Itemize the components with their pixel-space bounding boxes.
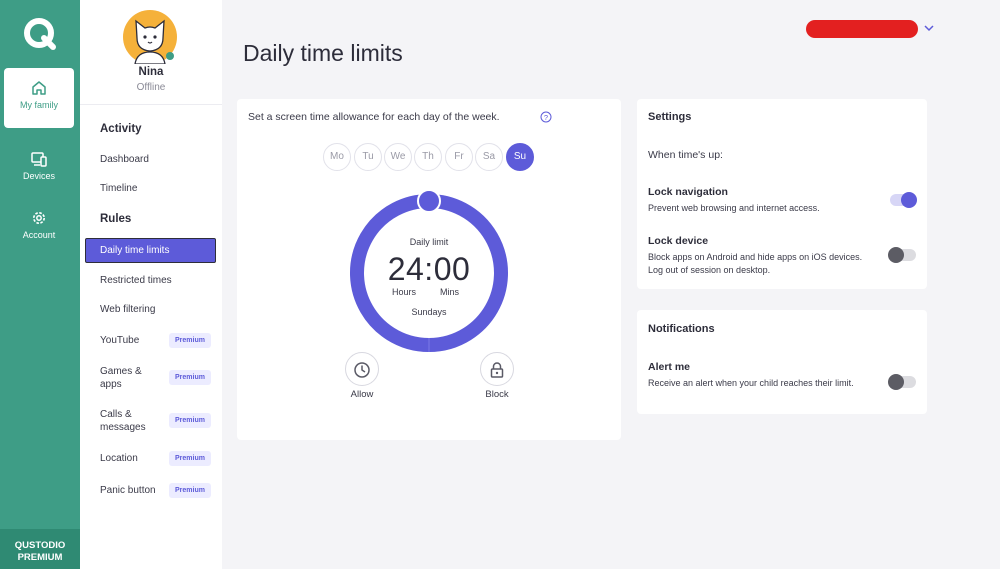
allow-label: Allow [350, 389, 374, 400]
day-thursday[interactable]: Th [414, 143, 442, 171]
app-rail: My family Devices Account QUSTODIO PREMI… [0, 0, 80, 569]
toggle-knob [888, 374, 904, 390]
sidebar-item-web-filtering[interactable]: Web filtering [100, 303, 155, 316]
sidebar-item-timeline[interactable]: Timeline [100, 182, 137, 195]
daily-limits-card: Set a screen time allowance for each day… [237, 99, 621, 440]
alert-me-toggle[interactable] [888, 374, 916, 390]
premium-line-2: PREMIUM [17, 552, 63, 563]
lock-device-toggle[interactable] [888, 247, 916, 263]
block-button[interactable] [480, 352, 514, 386]
clock-icon [354, 362, 370, 378]
lock-navigation-title: Lock navigation [648, 186, 728, 198]
notifications-title: Notifications [648, 323, 715, 335]
svg-text:?: ? [544, 113, 548, 122]
premium-line-1: QUSTODIO [14, 540, 66, 551]
sidebar-item-restricted-times[interactable]: Restricted times [100, 274, 172, 287]
premium-banner[interactable]: QUSTODIO PREMIUM [0, 529, 80, 569]
sidebar-item-dashboard[interactable]: Dashboard [100, 153, 149, 166]
divider [80, 104, 222, 105]
settings-card: Settings When time's up: Lock navigation… [637, 99, 927, 289]
premium-badge: Premium [169, 413, 211, 428]
account-name-redacted[interactable] [806, 20, 918, 38]
rail-item-my-family[interactable]: My family [4, 68, 74, 128]
help-icon[interactable]: ? [540, 111, 552, 123]
dial-handle[interactable] [417, 191, 441, 213]
sidebar-item-label-line2: messages [100, 422, 146, 433]
limits-intro-text: Set a screen time allowance for each day… [248, 111, 500, 123]
child-name: Nina [138, 66, 164, 78]
sidebar-item-label-line1: Games & [100, 366, 142, 377]
notifications-card: Notifications Alert me Receive an alert … [637, 310, 927, 414]
child-sidebar: Nina Offline Activity Dashboard Timeline… [80, 0, 222, 569]
premium-badge: Premium [169, 333, 211, 348]
rules-heading: Rules [100, 213, 132, 225]
lock-navigation-toggle[interactable] [890, 192, 917, 208]
hours-label: Hours [392, 287, 417, 297]
dial-label: Daily limit [409, 237, 449, 247]
sidebar-item-label-line1: Calls & [100, 409, 132, 420]
gear-icon [33, 212, 45, 224]
rail-item-label: My family [20, 100, 58, 110]
avatar[interactable] [123, 10, 177, 64]
sidebar-item-panic-button[interactable]: Panic button [100, 484, 156, 497]
alert-me-title: Alert me [648, 361, 691, 373]
day-friday[interactable]: Fr [445, 143, 473, 171]
sidebar-item-calls-messages[interactable]: Calls & messages [100, 408, 146, 434]
day-monday[interactable]: Mo [323, 143, 351, 171]
sidebar-item-label-line2: apps [100, 379, 122, 390]
sidebar-item-location[interactable]: Location [100, 452, 138, 465]
child-status: Offline [136, 82, 166, 93]
page-title: Daily time limits [243, 40, 403, 66]
qustodio-logo-icon[interactable] [22, 16, 58, 52]
devices-icon [31, 152, 47, 167]
home-icon [32, 81, 46, 95]
lock-device-desc: Block apps on Android and hide apps on i… [648, 252, 863, 275]
premium-badge: Premium [169, 451, 211, 466]
lock-device-title: Lock device [648, 235, 709, 247]
settings-title: Settings [648, 111, 692, 123]
sidebar-item-games-apps[interactable]: Games & apps [100, 365, 142, 391]
allow-button[interactable] [345, 352, 379, 386]
rail-item-label: Devices [22, 171, 55, 181]
premium-badge: Premium [169, 370, 211, 385]
dial-day-name: Sundays [411, 307, 447, 317]
premium-badge: Premium [169, 483, 211, 498]
sidebar-item-youtube[interactable]: YouTube [100, 334, 139, 347]
day-tuesday[interactable]: Tu [354, 143, 382, 171]
day-wednesday[interactable]: We [384, 143, 412, 171]
chevron-down-icon[interactable] [923, 22, 935, 34]
lock-icon [490, 362, 504, 378]
toggle-knob [901, 192, 917, 208]
toggle-knob [888, 247, 904, 263]
sidebar-item-daily-time-limits[interactable]: Daily time limits [85, 238, 216, 263]
rail-item-account[interactable]: Account [4, 199, 74, 259]
settings-subtitle: When time's up: [648, 149, 723, 161]
activity-heading: Activity [100, 123, 142, 135]
alert-me-desc: Receive an alert when your child reaches… [648, 378, 854, 388]
day-saturday[interactable]: Sa [475, 143, 503, 171]
rail-item-label: Account [22, 230, 56, 240]
day-sunday[interactable]: Su [506, 143, 534, 171]
sidebar-item-label: Daily time limits [100, 245, 170, 256]
block-label: Block [485, 389, 509, 400]
dial-time-value[interactable]: 24:00 [347, 251, 511, 288]
lock-navigation-desc: Prevent web browsing and internet access… [648, 203, 820, 213]
rail-item-devices[interactable]: Devices [4, 140, 74, 200]
mins-label: Mins [440, 287, 460, 297]
